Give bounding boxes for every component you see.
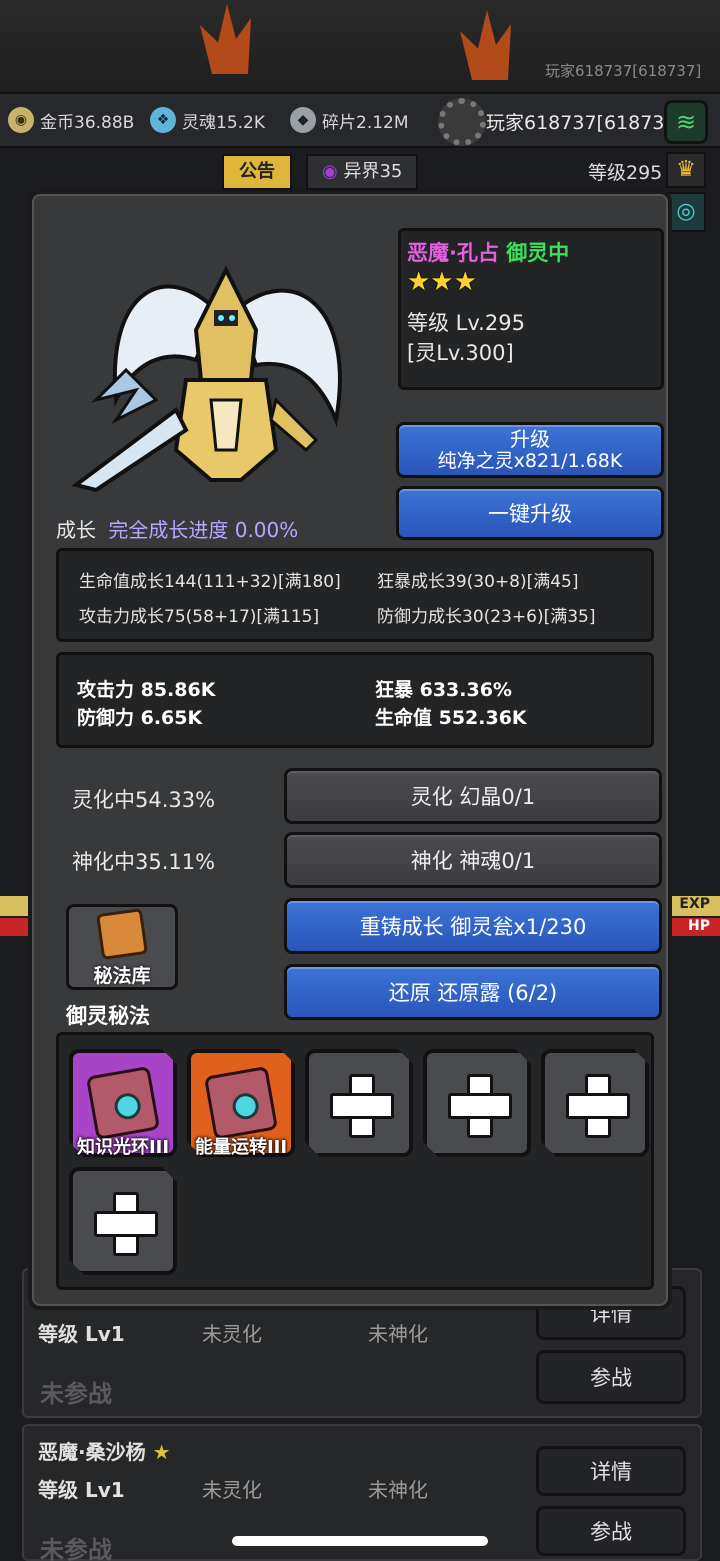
plus-icon	[330, 1074, 394, 1138]
spiritualize-button[interactable]: 灵化 幻晶0/1	[284, 768, 662, 824]
player-name-top: 玩家618737[618737]	[545, 62, 702, 80]
spell-book-icon	[203, 1065, 279, 1141]
deify-button[interactable]: 神化 神魂0/1	[284, 832, 662, 888]
growth-progress: 完全成长进度 0.00%	[108, 518, 299, 542]
hero-status: 御灵中	[506, 241, 570, 265]
resource-coin: ◉ 金币36.88B	[8, 104, 134, 136]
vortex-icon[interactable]: ◎	[666, 192, 706, 232]
crown-icon[interactable]: ♛	[666, 152, 706, 188]
card-divine: 未神化	[368, 1322, 428, 1346]
join-battle-button[interactable]: 参战	[536, 1350, 686, 1404]
hero-detail-modal: 恶魔·孔占 御灵中 ★★★ 等级 Lv.295 [灵Lv.300] 升级 纯净之…	[28, 190, 672, 1310]
hero-info-panel: 恶魔·孔占 御灵中 ★★★ 等级 Lv.295 [灵Lv.300]	[398, 228, 664, 390]
stats-panel: 攻击力 85.86K 狂暴 633.36% 防御力 6.65K 生命值 552.…	[56, 652, 654, 748]
resource-label: 灵魂15.2K	[182, 112, 265, 133]
star-rating-icon: ★★★	[407, 267, 477, 297]
hp-label: HP	[688, 918, 710, 934]
hero-name: 恶魔·孔占	[407, 241, 499, 265]
player-level: 等级295	[588, 162, 663, 184]
card-spirit: 未灵化	[202, 1478, 262, 1502]
star-icon: ★	[152, 1440, 171, 1464]
secret-library-button[interactable]: 秘法库	[66, 904, 178, 990]
speed-icon[interactable]: ≋	[664, 100, 708, 144]
resource-soul: ❖ 灵魂15.2K	[150, 104, 265, 136]
card-level: 等级 Lv1	[38, 1322, 125, 1346]
card-spirit: 未灵化	[202, 1322, 262, 1346]
hero-level: 等级 Lv.295	[407, 311, 525, 335]
scroll-book-icon	[96, 908, 148, 960]
card-name: 恶魔·桑沙杨 ★	[38, 1436, 171, 1465]
detail-button[interactable]: 详情	[536, 1446, 686, 1496]
secret-library-label: 秘法库	[93, 965, 151, 987]
tab-otherworld-label: 异界35	[343, 161, 403, 182]
home-indicator[interactable]	[232, 1536, 488, 1546]
angel-knight-portrait	[71, 265, 342, 493]
skill-name: 知识光环III	[76, 1137, 170, 1158]
empty-skill-slot[interactable]	[423, 1049, 531, 1157]
plus-icon	[94, 1192, 158, 1256]
shard-icon: ◆	[290, 107, 316, 133]
coin-icon: ◉	[8, 107, 34, 133]
skill-name: 能量运转III	[194, 1137, 288, 1158]
berserk-growth: 狂暴成长39(30+8)[满45]	[377, 572, 579, 592]
spell-book-icon	[85, 1065, 161, 1141]
hero-title: 恶魔·孔占 御灵中	[407, 237, 569, 267]
defense-stat: 防御力 6.65K	[77, 707, 203, 729]
card-status: 未参战	[40, 1536, 112, 1561]
upgrade-button[interactable]: 升级 纯净之灵x821/1.68K	[396, 422, 664, 478]
resource-label: 碎片2.12M	[322, 112, 409, 133]
secret-skills-panel: 知识光环III 能量运转III	[56, 1032, 654, 1290]
plus-icon	[566, 1074, 630, 1138]
spirit-progress: 灵化中54.33%	[72, 788, 216, 812]
restore-button[interactable]: 还原 还原露 (6/2)	[284, 964, 662, 1020]
upgrade-title: 升级	[510, 427, 550, 451]
berserk-stat: 狂暴 633.36%	[375, 679, 512, 701]
hp-stat: 生命值 552.36K	[375, 707, 527, 729]
soul-icon: ❖	[150, 107, 176, 133]
divine-progress: 神化中35.11%	[72, 850, 216, 874]
empty-skill-slot[interactable]	[69, 1167, 177, 1275]
defense-growth: 防御力成长30(23+6)[满35]	[377, 607, 596, 627]
hp-growth: 生命值成长144(111+32)[满180]	[79, 572, 341, 592]
hero-spirit-level: [灵Lv.300]	[407, 341, 514, 365]
join-battle-button[interactable]: 参战	[536, 1506, 686, 1556]
secret-section-title: 御灵秘法	[66, 1004, 150, 1028]
one-click-upgrade-button[interactable]: 一键升级	[396, 486, 664, 540]
growth-label: 成长	[56, 518, 96, 542]
portal-icon: ◉	[322, 161, 338, 182]
attack-growth: 攻击力成长75(58+17)[满115]	[79, 607, 320, 627]
attack-stat: 攻击力 85.86K	[77, 679, 216, 701]
card-divine: 未神化	[368, 1478, 428, 1502]
player-name: 玩家618737[618737]	[486, 112, 684, 134]
exp-label: EXP	[679, 896, 710, 912]
resource-shard: ◆ 碎片2.12M	[290, 104, 409, 136]
resource-label: 金币36.88B	[40, 112, 135, 133]
tab-notice[interactable]: 公告	[222, 154, 292, 190]
card-level: 等级 Lv1	[38, 1478, 125, 1502]
growth-header: 成长 完全成长进度 0.00%	[56, 514, 298, 543]
card-name-label: 恶魔·桑沙杨	[38, 1440, 146, 1464]
recast-growth-button[interactable]: 重铸成长 御灵瓮x1/230	[284, 898, 662, 954]
plus-icon	[448, 1074, 512, 1138]
upgrade-cost: 纯净之灵x821/1.68K	[437, 450, 623, 472]
tab-otherworld[interactable]: ◉ 异界35	[306, 154, 418, 190]
empty-skill-slot[interactable]	[541, 1049, 649, 1157]
empty-skill-slot[interactable]	[305, 1049, 413, 1157]
growth-panel: 生命值成长144(111+32)[满180] 狂暴成长39(30+8)[满45]…	[56, 548, 654, 642]
gear-icon[interactable]	[438, 98, 486, 146]
card-status: 未参战	[40, 1380, 112, 1408]
